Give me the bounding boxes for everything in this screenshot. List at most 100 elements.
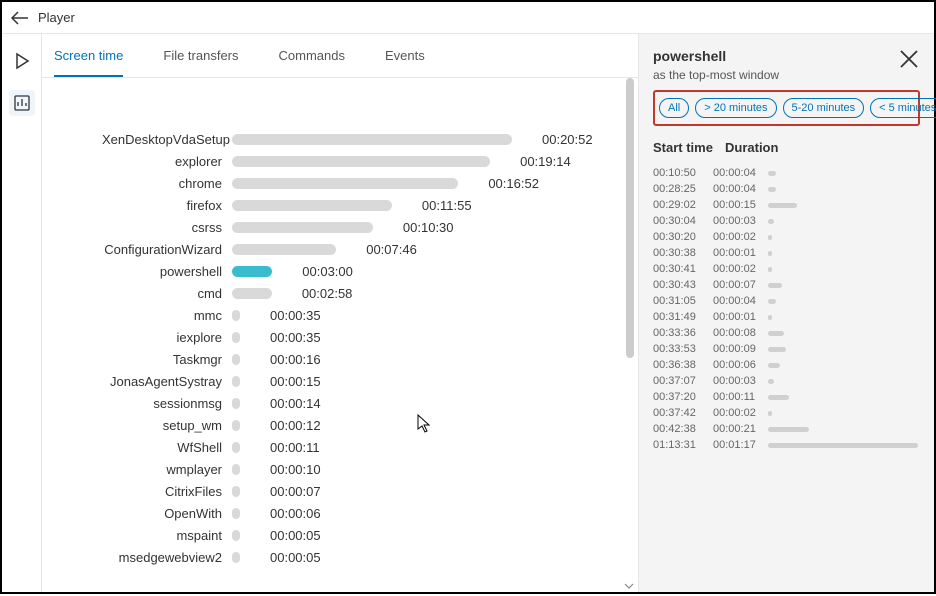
detail-bar — [768, 395, 789, 400]
chart-bar — [232, 442, 240, 453]
chart-bar — [232, 266, 272, 277]
chart-row[interactable]: WfShell00:00:11 — [102, 436, 628, 458]
scrollbar-thumb[interactable] — [626, 78, 634, 358]
detail-row[interactable]: 00:30:2000:00:02 — [653, 229, 920, 245]
detail-row[interactable]: 00:30:3800:00:01 — [653, 245, 920, 261]
chart-row-duration: 00:00:05 — [260, 550, 321, 565]
chart-row[interactable]: XenDesktopVdaSetup00:20:52 — [102, 128, 628, 150]
close-icon[interactable] — [898, 48, 920, 70]
chart-row[interactable]: ConfigurationWizard00:07:46 — [102, 238, 628, 260]
detail-duration: 00:00:08 — [713, 327, 768, 339]
filter-pill[interactable]: > 20 minutes — [695, 98, 776, 118]
tab-file-transfers[interactable]: File transfers — [163, 48, 238, 77]
left-rail — [2, 34, 42, 592]
filter-pill[interactable]: All — [659, 98, 689, 118]
scrollbar-vertical[interactable] — [626, 78, 634, 584]
detail-start: 00:28:25 — [653, 183, 713, 195]
detail-row[interactable]: 00:37:2000:00:11 — [653, 389, 920, 405]
chart-row[interactable]: msedgewebview200:00:05 — [102, 546, 628, 568]
chart-row[interactable]: firefox00:11:55 — [102, 194, 628, 216]
detail-row[interactable]: 01:13:3100:01:17 — [653, 437, 920, 453]
filter-pill[interactable]: < 5 minutes — [870, 98, 936, 118]
chart-row[interactable]: powershell00:03:00 — [102, 260, 628, 282]
detail-start: 00:37:20 — [653, 391, 713, 403]
detail-bar — [768, 411, 772, 416]
stats-icon[interactable] — [9, 90, 35, 116]
chart-row-label: cmd — [102, 286, 232, 301]
detail-duration: 00:00:02 — [713, 407, 768, 419]
tab-commands[interactable]: Commands — [279, 48, 345, 77]
detail-duration: 00:00:15 — [713, 199, 768, 211]
tab-screen-time[interactable]: Screen time — [54, 48, 123, 77]
chart-row[interactable]: explorer00:19:14 — [102, 150, 628, 172]
detail-duration: 00:00:02 — [713, 263, 768, 275]
filter-pill[interactable]: 5-20 minutes — [783, 98, 865, 118]
chart-row-duration: 00:00:16 — [260, 352, 321, 367]
chart-row[interactable]: mmc00:00:35 — [102, 304, 628, 326]
chart-bar-wrap — [232, 288, 522, 299]
chart-bar — [232, 530, 240, 541]
detail-duration: 00:00:11 — [713, 391, 768, 403]
detail-bar — [768, 251, 772, 256]
detail-duration: 00:00:09 — [713, 343, 768, 355]
chart-row[interactable]: CitrixFiles00:00:07 — [102, 480, 628, 502]
play-icon[interactable] — [9, 48, 35, 74]
detail-duration: 00:01:17 — [713, 439, 768, 451]
chart-row[interactable]: iexplore 00:00:35 — [102, 326, 628, 348]
chart-row-duration: 00:00:35 — [260, 330, 321, 345]
chart-row-label: Taskmgr — [102, 352, 232, 367]
chart-row[interactable]: setup_wm00:00:12 — [102, 414, 628, 436]
detail-row[interactable]: 00:37:4200:00:02 — [653, 405, 920, 421]
detail-start: 00:37:42 — [653, 407, 713, 419]
detail-bar — [768, 331, 784, 336]
detail-row[interactable]: 00:10:5000:00:04 — [653, 165, 920, 181]
chart-row-duration: 00:00:15 — [260, 374, 321, 389]
chart-row[interactable]: JonasAgentSystray00:00:15 — [102, 370, 628, 392]
detail-start: 00:30:20 — [653, 231, 713, 243]
chart-row-duration: 00:00:35 — [260, 308, 321, 323]
detail-row[interactable]: 00:31:4900:00:01 — [653, 309, 920, 325]
detail-bar — [768, 347, 786, 352]
detail-row[interactable]: 00:37:0700:00:03 — [653, 373, 920, 389]
detail-row[interactable]: 00:30:4300:00:07 — [653, 277, 920, 293]
detail-bar — [768, 443, 918, 448]
back-icon[interactable] — [10, 8, 30, 28]
detail-bar — [768, 187, 776, 192]
chart-row[interactable]: mspaint00:00:05 — [102, 524, 628, 546]
detail-row[interactable]: 00:31:0500:00:04 — [653, 293, 920, 309]
detail-subtitle: as the top-most window — [653, 68, 779, 82]
detail-row[interactable]: 00:33:3600:00:08 — [653, 325, 920, 341]
chart-row-label: firefox — [102, 198, 232, 213]
chart-row-duration: 00:03:00 — [292, 264, 353, 279]
detail-row[interactable]: 00:36:3800:00:06 — [653, 357, 920, 373]
tab-events[interactable]: Events — [385, 48, 425, 77]
detail-row[interactable]: 00:30:0400:00:03 — [653, 213, 920, 229]
detail-title: powershell — [653, 48, 779, 64]
detail-duration: 00:00:01 — [713, 247, 768, 259]
scroll-down-icon[interactable] — [624, 578, 634, 588]
chart-bar — [232, 156, 490, 167]
detail-row[interactable]: 00:42:3800:00:21 — [653, 421, 920, 437]
chart-row-label: iexplore — [102, 330, 232, 345]
chart-bar — [232, 552, 240, 563]
chart-bar — [232, 464, 240, 475]
chart-row[interactable]: csrss00:10:30 — [102, 216, 628, 238]
detail-row[interactable]: 00:29:0200:00:15 — [653, 197, 920, 213]
chart-row-label: ConfigurationWizard — [102, 242, 232, 257]
detail-row[interactable]: 00:28:2500:00:04 — [653, 181, 920, 197]
chart-row[interactable]: Taskmgr 00:00:16 — [102, 348, 628, 370]
detail-start: 00:30:41 — [653, 263, 713, 275]
chart-row[interactable]: cmd00:02:58 — [102, 282, 628, 304]
chart-row[interactable]: sessionmsg00:00:14 — [102, 392, 628, 414]
chart-row[interactable]: wmplayer00:00:10 — [102, 458, 628, 480]
chart-row-label: csrss — [102, 220, 232, 235]
detail-duration: 00:00:03 — [713, 215, 768, 227]
chart-row[interactable]: OpenWith00:00:06 — [102, 502, 628, 524]
detail-row[interactable]: 00:30:4100:00:02 — [653, 261, 920, 277]
detail-row[interactable]: 00:33:5300:00:09 — [653, 341, 920, 357]
chart-row[interactable]: chrome00:16:52 — [102, 172, 628, 194]
chart-bar — [232, 288, 272, 299]
col-start-time: Start time — [653, 140, 713, 155]
detail-duration: 00:00:02 — [713, 231, 768, 243]
cursor-icon — [417, 414, 433, 430]
